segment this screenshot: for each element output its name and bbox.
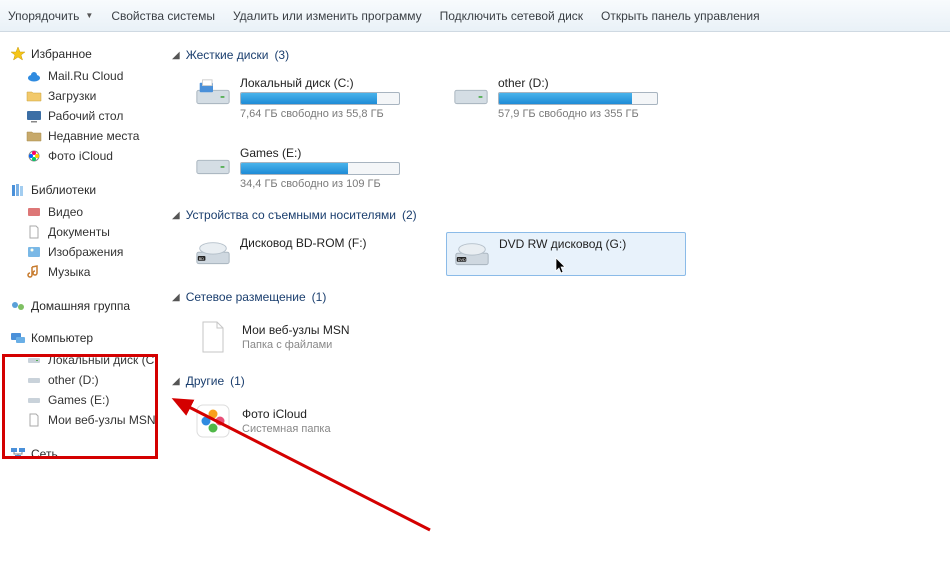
toolbar: Упорядочить ▼ Свойства системы Удалить и… xyxy=(0,0,950,32)
capacity-bar-e xyxy=(240,162,400,175)
section-other[interactable]: ◢ Другие (1) xyxy=(172,374,938,388)
sidebar-item-desktop[interactable]: Рабочий стол xyxy=(10,106,156,126)
cloud-icon xyxy=(26,68,42,84)
organize-button[interactable]: Упорядочить ▼ xyxy=(8,9,93,23)
recent-icon xyxy=(26,128,42,144)
network-icon xyxy=(10,446,26,462)
document-icon xyxy=(26,224,42,240)
sidebar-item-local-c[interactable]: Локальный диск (C xyxy=(10,350,156,370)
optical-drive-icon: DVD xyxy=(453,237,491,271)
sidebar-item-music[interactable]: Музыка xyxy=(10,262,156,282)
map-drive-button[interactable]: Подключить сетевой диск xyxy=(440,9,583,23)
drive-d[interactable]: other (D:) 57,9 ГБ свободно из 355 ГБ xyxy=(446,72,686,124)
network-item[interactable]: Сеть xyxy=(10,446,156,462)
capacity-bar-c xyxy=(240,92,400,105)
other-icloud[interactable]: Фото iCloud Системная папка xyxy=(188,398,428,444)
star-icon xyxy=(10,46,26,62)
drive-icon xyxy=(26,372,42,388)
drive-icon xyxy=(26,352,42,368)
document-icon xyxy=(26,412,42,428)
chevron-down-icon: ▼ xyxy=(85,11,93,20)
sidebar-item-video[interactable]: Видео xyxy=(10,202,156,222)
control-panel-button[interactable]: Открыть панель управления xyxy=(601,9,760,23)
music-icon xyxy=(26,264,42,280)
photos-icon xyxy=(26,148,42,164)
hdd-icon xyxy=(194,146,232,180)
sidebar-item-icloud-photos[interactable]: Фото iCloud xyxy=(10,146,156,166)
drive-bd[interactable]: BD Дисковод BD-ROM (F:) xyxy=(188,232,428,276)
favorites-group[interactable]: Избранное xyxy=(10,46,156,62)
computer-group[interactable]: Компьютер xyxy=(10,330,156,346)
cursor-icon xyxy=(555,257,569,275)
system-properties-button[interactable]: Свойства системы xyxy=(111,9,215,23)
sidebar-item-documents[interactable]: Документы xyxy=(10,222,156,242)
section-network[interactable]: ◢ Сетевое размещение (1) xyxy=(172,290,938,304)
libraries-icon xyxy=(10,182,26,198)
sidebar-item-downloads[interactable]: Загрузки xyxy=(10,86,156,106)
sidebar-item-other-d[interactable]: other (D:) xyxy=(10,370,156,390)
homegroup-item[interactable]: Домашняя группа xyxy=(10,298,156,314)
drive-e[interactable]: Games (E:) 34,4 ГБ свободно из 109 ГБ xyxy=(188,142,428,194)
drive-dvd[interactable]: DVD DVD RW дисковод (G:) xyxy=(446,232,686,276)
hdd-icon xyxy=(452,76,490,110)
video-icon xyxy=(26,204,42,220)
sidebar-item-mailru[interactable]: Mail.Ru Cloud xyxy=(10,66,156,86)
libraries-group[interactable]: Библиотеки xyxy=(10,182,156,198)
sidebar-item-games-e[interactable]: Games (E:) xyxy=(10,390,156,410)
homegroup-icon xyxy=(10,298,26,314)
computer-icon xyxy=(10,330,26,346)
sidebar-item-pictures[interactable]: Изображения xyxy=(10,242,156,262)
uninstall-button[interactable]: Удалить или изменить программу xyxy=(233,9,422,23)
svg-text:BD: BD xyxy=(199,257,205,261)
desktop-icon xyxy=(26,108,42,124)
sidebar-item-msn[interactable]: Мои веб-узлы MSN xyxy=(10,410,156,430)
navigation-pane: Избранное Mail.Ru Cloud Загрузки Рабочий… xyxy=(0,32,160,572)
collapse-icon: ◢ xyxy=(172,210,180,221)
organize-label: Упорядочить xyxy=(8,9,79,23)
netloc-msn[interactable]: Мои веб-узлы MSN Папка с файлами xyxy=(188,314,428,360)
capacity-bar-d xyxy=(498,92,658,105)
content-pane: ◢ Жесткие диски (3) Локальный диск (C:) … xyxy=(160,32,950,572)
optical-drive-icon: BD xyxy=(194,236,232,270)
hdd-icon xyxy=(194,76,232,110)
collapse-icon: ◢ xyxy=(172,376,180,387)
sidebar-item-recent[interactable]: Недавние места xyxy=(10,126,156,146)
drive-icon xyxy=(26,392,42,408)
photos-icon xyxy=(194,402,232,440)
svg-text:DVD: DVD xyxy=(458,258,466,262)
collapse-icon: ◢ xyxy=(172,292,180,303)
section-hdd[interactable]: ◢ Жесткие диски (3) xyxy=(172,48,938,62)
section-removable[interactable]: ◢ Устройства со съемными носителями (2) xyxy=(172,208,938,222)
collapse-icon: ◢ xyxy=(172,50,180,61)
folder-icon xyxy=(26,88,42,104)
drive-c[interactable]: Локальный диск (C:) 7,64 ГБ свободно из … xyxy=(188,72,428,124)
pictures-icon xyxy=(26,244,42,260)
document-icon xyxy=(194,318,232,356)
